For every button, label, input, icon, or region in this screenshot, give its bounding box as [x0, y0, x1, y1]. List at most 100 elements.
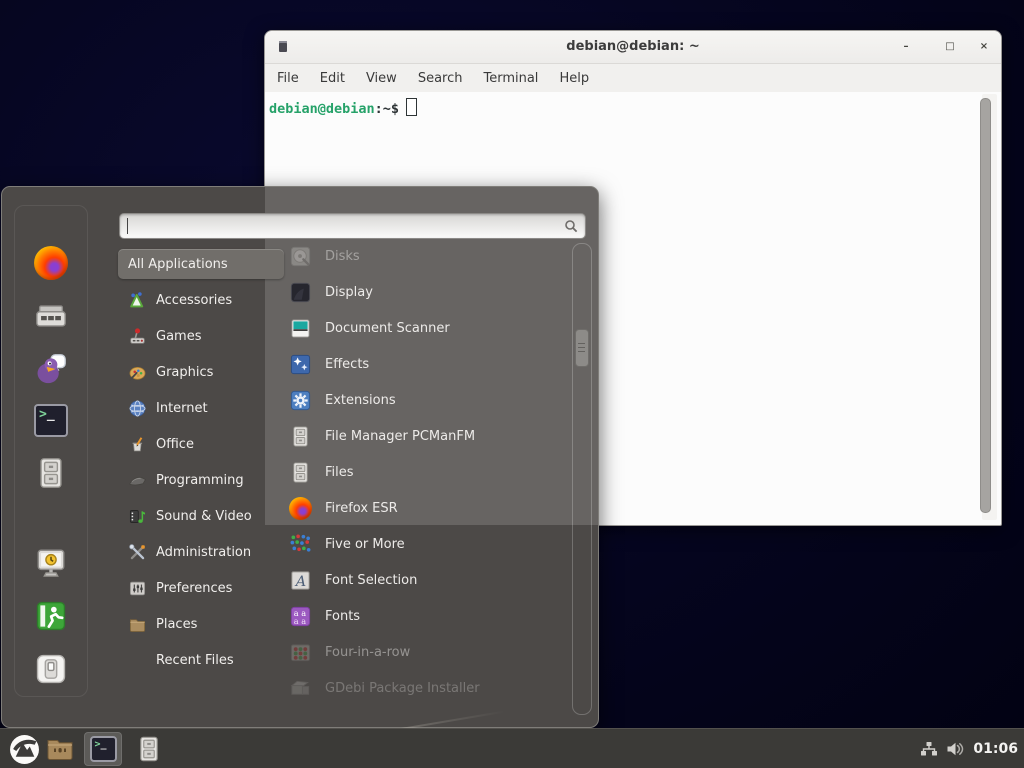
terminal-menu-edit[interactable]: Edit [320, 71, 345, 86]
category-label: Preferences [156, 581, 232, 596]
taskbar-file-manager-button[interactable] [132, 732, 166, 766]
favorite-terminal[interactable]: >_ [34, 404, 68, 438]
file-manager-icon [135, 735, 163, 763]
office-icon [128, 435, 147, 454]
close-button[interactable]: × [975, 39, 993, 55]
taskbar: >_ 01:06 [0, 728, 1024, 768]
app-document-scanner[interactable]: Document Scanner [284, 310, 570, 346]
category-label: Office [156, 437, 194, 452]
taskbar-folder-button[interactable] [44, 732, 76, 766]
favorite-software-install[interactable] [34, 299, 68, 333]
app-list-scrollbar-thumb[interactable] [575, 329, 589, 367]
terminal-menu-terminal[interactable]: Terminal [483, 71, 538, 86]
font-selection-icon: A [289, 569, 312, 592]
sound-video-icon [128, 507, 147, 526]
display-icon [289, 281, 312, 304]
terminal-menu-view[interactable]: View [366, 71, 397, 86]
svg-text:A: A [294, 573, 306, 589]
category-office[interactable]: Office [118, 426, 284, 462]
application-list: Disks Display Document Scanner Effects Exten… [284, 238, 570, 706]
category-internet[interactable]: Internet [118, 390, 284, 426]
firefox-icon [289, 497, 312, 520]
graphics-icon [128, 363, 147, 382]
category-label: Programming [156, 473, 244, 488]
app-list-scrollbar-track[interactable] [572, 243, 592, 715]
app-five-or-more[interactable]: Five or More [284, 526, 570, 562]
category-preferences[interactable]: Preferences [118, 570, 284, 606]
shell-prompt: debian@debian:~$ [269, 98, 417, 117]
volume-icon[interactable] [946, 741, 965, 757]
terminal-menu-file[interactable]: File [277, 71, 299, 86]
clock[interactable]: 01:06 [973, 741, 1018, 757]
favorite-logout[interactable] [34, 599, 68, 633]
games-icon [128, 327, 147, 346]
app-label: Effects [325, 357, 369, 372]
category-label: Administration [156, 545, 251, 560]
pidgin-icon [34, 352, 68, 386]
maximize-button[interactable]: □ [941, 39, 959, 55]
category-label: Graphics [156, 365, 213, 380]
category-accessories[interactable]: Accessories [118, 282, 284, 318]
file-manager-icon [289, 425, 312, 448]
terminal-icon: >_ [90, 736, 117, 763]
app-firefox-esr[interactable]: Firefox ESR [284, 490, 570, 526]
favorite-file-manager[interactable] [34, 456, 68, 490]
app-extensions[interactable]: Extensions [284, 382, 570, 418]
programming-icon [128, 471, 147, 490]
category-label: Recent Files [156, 653, 234, 668]
prompt-path: :~$ [375, 101, 399, 117]
category-places[interactable]: Places [118, 606, 284, 642]
menu-icon [9, 734, 40, 765]
taskbar-menu-button[interactable] [7, 732, 41, 766]
app-label: Document Scanner [325, 321, 450, 336]
folder-icon [46, 735, 74, 763]
app-fonts[interactable]: a aa aFonts [284, 598, 570, 634]
terminal-menu-help[interactable]: Help [559, 71, 589, 86]
prompt-user-host: debian@debian [269, 101, 375, 117]
terminal-scrollbar-track[interactable] [982, 94, 997, 520]
app-files[interactable]: Files [284, 454, 570, 490]
category-label: Games [156, 329, 201, 344]
category-recent-files[interactable]: Recent Files [118, 642, 284, 678]
app-disks[interactable]: Disks [284, 238, 570, 274]
category-label: All Applications [128, 257, 228, 272]
terminal-menubar: File Edit View Search Terminal Help [265, 64, 1001, 92]
network-icon[interactable] [920, 741, 938, 757]
app-label: Four-in-a-row [325, 645, 410, 660]
app-font-selection[interactable]: A Font Selection [284, 562, 570, 598]
terminal-menu-search[interactable]: Search [418, 71, 463, 86]
internet-icon [128, 399, 147, 418]
terminal-scrollbar-thumb[interactable] [980, 98, 991, 513]
app-four-in-a-row[interactable]: Four-in-a-row [284, 634, 570, 670]
app-label: Font Selection [325, 573, 417, 588]
logout-icon [34, 599, 68, 633]
favorite-lock-screen[interactable] [34, 546, 68, 580]
app-label: Five or More [325, 537, 405, 552]
favorite-pidgin[interactable] [34, 352, 68, 386]
disks-icon [289, 245, 312, 268]
minimize-button[interactable]: – [897, 39, 915, 55]
taskbar-terminal-button[interactable]: >_ [84, 732, 122, 766]
app-file-manager-pcmanfm[interactable]: File Manager PCManFM [284, 418, 570, 454]
gdebi-icon [289, 677, 312, 700]
favorite-firefox[interactable] [34, 246, 68, 280]
app-display[interactable]: Display [284, 274, 570, 310]
app-label: Disks [325, 249, 360, 264]
app-label: Display [325, 285, 373, 300]
favorites-rail: >_ [14, 205, 88, 697]
search-input[interactable] [126, 216, 546, 235]
terminal-cursor [406, 98, 417, 116]
four-in-a-row-icon [289, 641, 312, 664]
terminal-titlebar[interactable]: debian@debian: ~ – □ × [265, 31, 1001, 64]
category-graphics[interactable]: Graphics [118, 354, 284, 390]
app-gdebi-package-installer[interactable]: GDebi Package Installer [284, 670, 570, 706]
software-install-icon [34, 299, 68, 333]
document-scanner-icon [289, 317, 312, 340]
category-games[interactable]: Games [118, 318, 284, 354]
category-all-applications[interactable]: All Applications [118, 249, 284, 279]
app-effects[interactable]: Effects [284, 346, 570, 382]
category-programming[interactable]: Programming [118, 462, 284, 498]
favorite-shutdown[interactable] [34, 652, 68, 686]
category-sound-video[interactable]: Sound & Video [118, 498, 284, 534]
category-administration[interactable]: Administration [118, 534, 284, 570]
